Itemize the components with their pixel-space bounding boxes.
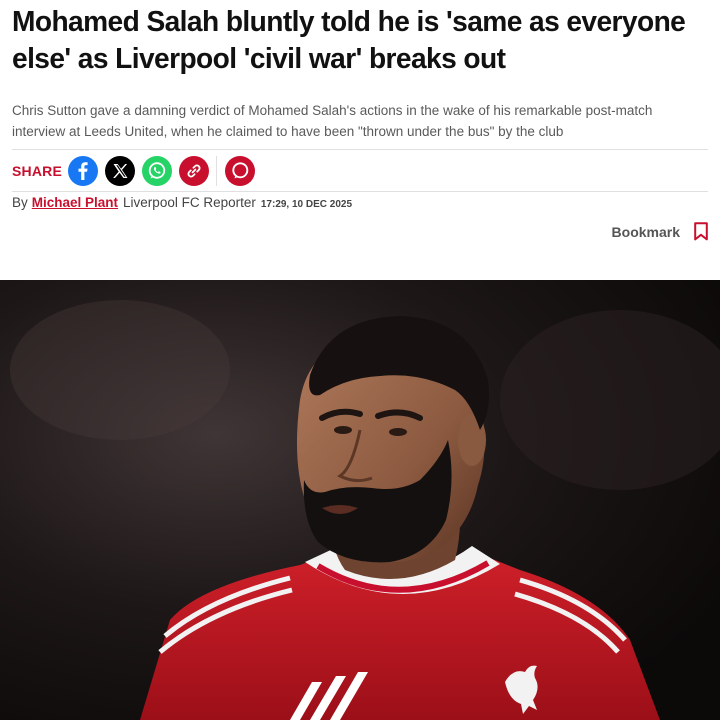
player-photo-illustration (0, 280, 720, 720)
facebook-share-button[interactable] (68, 155, 99, 186)
byline: By Michael Plant Liverpool FC Reporter 1… (12, 192, 708, 210)
link-icon (187, 164, 201, 177)
bookmark-label: Bookmark (611, 223, 680, 240)
copy-link-share-button[interactable] (179, 155, 210, 186)
byline-prefix: By (12, 195, 28, 210)
author-role: Liverpool FC Reporter (123, 195, 256, 210)
whatsapp-icon (148, 161, 166, 179)
author-link[interactable]: Michael Plant (32, 195, 118, 210)
article-header: Mohamed Salah bluntly told he is 'same a… (0, 0, 720, 210)
facebook-icon (78, 161, 88, 180)
hero-photo (0, 280, 720, 720)
headline: Mohamed Salah bluntly told he is 'same a… (12, 6, 686, 75)
share-divider (216, 155, 218, 186)
share-label: SHARE (12, 162, 63, 179)
share-bar: SHARE (12, 150, 708, 191)
comment-icon (232, 161, 249, 178)
standfirst: Chris Sutton gave a damning verdict of M… (12, 103, 653, 139)
x-icon (113, 163, 128, 178)
x-share-button[interactable] (105, 155, 136, 186)
bookmark-button[interactable]: Bookmark (0, 222, 720, 241)
comments-button[interactable] (225, 155, 256, 186)
publish-timestamp: 17:29, 10 DEC 2025 (260, 199, 353, 210)
whatsapp-share-button[interactable] (142, 155, 173, 186)
bookmark-icon (694, 222, 708, 241)
